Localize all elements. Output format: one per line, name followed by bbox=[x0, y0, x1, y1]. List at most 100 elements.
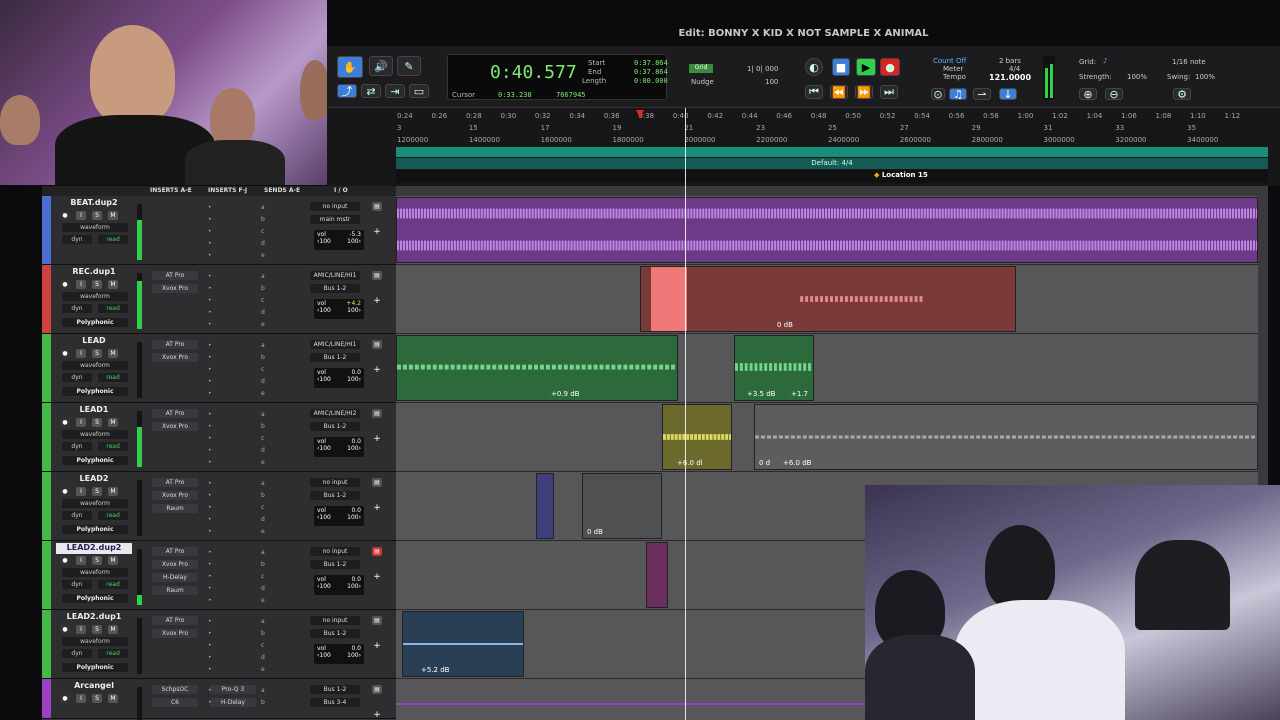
track-row[interactable]: REC.dup1 ● I S Mwaveform dyn read Polyphonic AT … bbox=[42, 265, 396, 334]
end-value[interactable]: 0:37.864 bbox=[634, 68, 668, 76]
insert-empty-slot[interactable]: • bbox=[208, 573, 212, 580]
track-name[interactable]: LEAD2.dup1 bbox=[56, 612, 132, 623]
audio-clip[interactable]: 0 d +6.0 dB bbox=[754, 404, 1258, 470]
automation-mode[interactable]: read bbox=[98, 511, 128, 520]
input-monitor-icon[interactable]: I bbox=[76, 556, 86, 565]
automation-view[interactable]: dyn bbox=[62, 304, 92, 313]
volume-pan-display[interactable]: vol 0.0 ‹100 100› bbox=[314, 644, 364, 664]
track-name[interactable]: REC.dup1 bbox=[56, 267, 132, 278]
audio-clip[interactable]: +0.9 dB bbox=[396, 335, 678, 401]
automation-view[interactable]: dyn bbox=[62, 511, 92, 520]
audio-clip[interactable]: +3.5 dB +1.7 bbox=[734, 335, 814, 401]
insert-slot[interactable]: Xvox Pro bbox=[152, 422, 198, 431]
slip-icon[interactable]: ▭ bbox=[409, 84, 429, 98]
insert-slot[interactable]: Xvox Pro bbox=[152, 353, 198, 362]
input-monitor-icon[interactable]: I bbox=[76, 349, 86, 358]
length-value[interactable]: 0:00.000 bbox=[634, 77, 668, 85]
send-slot[interactable]: d bbox=[261, 309, 265, 316]
gear-icon[interactable]: ⚙ bbox=[1173, 88, 1191, 101]
send-slot[interactable]: d bbox=[261, 447, 265, 454]
track-name[interactable]: Arcangel bbox=[56, 681, 132, 692]
output-selector[interactable]: Bus 1-2 bbox=[310, 422, 360, 431]
insert-slot[interactable]: H-Delay bbox=[152, 573, 198, 582]
grabber-tool-icon[interactable]: ✋ bbox=[337, 56, 363, 78]
audio-clip[interactable]: 0 dB bbox=[640, 266, 1016, 332]
output-selector[interactable]: Bus 1-2 bbox=[310, 560, 360, 569]
input-selector[interactable]: no input bbox=[310, 478, 360, 487]
send-slot[interactable]: e bbox=[261, 390, 265, 397]
insert-empty-slot[interactable]: • bbox=[208, 630, 212, 637]
add-send-icon[interactable]: + bbox=[372, 573, 382, 582]
insert-empty-slot[interactable]: • bbox=[208, 666, 212, 673]
solo-button[interactable]: S bbox=[92, 418, 102, 427]
volume-pan-display[interactable]: vol 0.0 ‹100 100› bbox=[314, 575, 364, 595]
solo-button[interactable]: S bbox=[92, 487, 102, 496]
send-slot[interactable]: c bbox=[261, 366, 264, 373]
send-slot[interactable]: b bbox=[261, 423, 265, 430]
insert-empty-slot[interactable]: • bbox=[208, 585, 212, 592]
track-view-selector[interactable]: waveform bbox=[62, 499, 128, 508]
automation-view[interactable]: dyn bbox=[62, 442, 92, 451]
zoom-out-icon[interactable]: ⊖ bbox=[1105, 88, 1123, 101]
insert-slot[interactable]: H-Delay bbox=[210, 698, 256, 707]
track-name[interactable]: LEAD2.dup2 bbox=[56, 543, 132, 554]
record-arm-icon[interactable]: ● bbox=[60, 349, 70, 358]
audio-clip[interactable]: +5.2 dB bbox=[402, 611, 524, 677]
solo-button[interactable]: S bbox=[92, 625, 102, 634]
send-slot[interactable]: e bbox=[261, 459, 265, 466]
midi-merge-icon[interactable]: ↓ bbox=[999, 88, 1017, 101]
input-selector[interactable]: no input bbox=[310, 616, 360, 625]
insert-empty-slot[interactable]: • bbox=[208, 687, 212, 694]
send-slot[interactable]: c bbox=[261, 297, 264, 304]
volume-pan-display[interactable]: vol 0.0 ‹100 100› bbox=[314, 368, 364, 388]
track-view-selector[interactable]: waveform bbox=[62, 292, 128, 301]
volume-pan-display[interactable]: vol 0.0 ‹100 100› bbox=[314, 506, 364, 526]
grid-note-value[interactable]: 1/16 note bbox=[1172, 58, 1206, 66]
send-slot[interactable]: c bbox=[261, 642, 264, 649]
send-slot[interactable]: a bbox=[261, 480, 265, 487]
input-selector[interactable]: AMIC/LINE/HI2 bbox=[310, 409, 360, 418]
input-selector[interactable]: AMIC/LINE/HI1 bbox=[310, 340, 360, 349]
send-slot[interactable]: e bbox=[261, 528, 265, 535]
insert-slot[interactable]: Pro-Q 3 bbox=[210, 685, 256, 694]
insert-slot[interactable]: Raum bbox=[152, 504, 198, 513]
insert-slot[interactable]: AT Pro bbox=[152, 271, 198, 280]
send-slot[interactable]: e bbox=[261, 252, 265, 259]
insert-empty-slot[interactable]: • bbox=[208, 618, 212, 625]
send-slot[interactable]: b bbox=[261, 354, 265, 361]
stop-icon[interactable]: ■ bbox=[832, 58, 850, 76]
pencil-tool-icon[interactable]: ✎ bbox=[397, 56, 421, 76]
track-row[interactable]: Arcangel ● I S M SchpsOC C6 Pro-Q 3 H-Delay • a • b B… bbox=[42, 679, 396, 720]
lane-beat[interactable] bbox=[396, 196, 1258, 265]
insert-empty-slot[interactable]: • bbox=[208, 549, 212, 556]
track-row[interactable]: LEAD2.dup1 ● I S Mwaveform dyn read Polyphonic A… bbox=[42, 610, 396, 679]
send-slot[interactable]: d bbox=[261, 516, 265, 523]
mute-button[interactable]: M bbox=[108, 418, 118, 427]
insert-empty-slot[interactable]: • bbox=[208, 378, 212, 385]
elastic-mode[interactable]: Polyphonic bbox=[62, 525, 128, 534]
fast-forward-icon[interactable]: ⏩ bbox=[855, 85, 873, 99]
lane-rec[interactable]: 0 dB bbox=[396, 265, 1258, 334]
shuffle-icon[interactable]: ⇄ bbox=[361, 84, 381, 98]
automation-view[interactable]: dyn bbox=[62, 649, 92, 658]
insert-empty-slot[interactable]: • bbox=[208, 204, 212, 211]
zoom-in-icon[interactable]: ⊕ bbox=[1079, 88, 1097, 101]
track-row[interactable]: LEAD ● I S Mwaveform dyn read Polyphonic AT Pro X… bbox=[42, 334, 396, 403]
insert-empty-slot[interactable]: • bbox=[208, 561, 212, 568]
mute-button[interactable]: M bbox=[108, 280, 118, 289]
automation-mode[interactable]: read bbox=[98, 373, 128, 382]
input-selector[interactable]: AMIC/LINE/HI1 bbox=[310, 271, 360, 280]
add-send-icon[interactable]: + bbox=[372, 366, 382, 375]
elastic-mode[interactable]: Polyphonic bbox=[62, 318, 128, 327]
send-slot[interactable]: e bbox=[261, 666, 265, 673]
track-row[interactable]: LEAD1 ● I S Mwaveform dyn read Polyphonic AT Pro… bbox=[42, 403, 396, 472]
record-arm-icon[interactable]: ● bbox=[60, 211, 70, 220]
insert-empty-slot[interactable]: • bbox=[208, 642, 212, 649]
spot-icon[interactable]: ⇥ bbox=[385, 84, 405, 98]
swing-value[interactable]: 100% bbox=[1195, 73, 1215, 81]
location-marker[interactable]: Location 15 bbox=[874, 171, 928, 179]
record-arm-icon[interactable]: ● bbox=[60, 556, 70, 565]
input-monitor-icon[interactable]: I bbox=[76, 694, 86, 703]
send-slot[interactable]: a bbox=[261, 411, 265, 418]
mute-button[interactable]: M bbox=[108, 694, 118, 703]
